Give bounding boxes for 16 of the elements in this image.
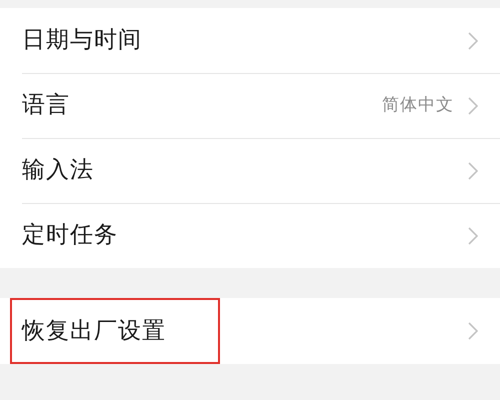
- settings-row[interactable]: 语言 简体中文: [0, 73, 500, 138]
- setting-label: 日期与时间: [22, 26, 142, 56]
- chevron-right-icon: [468, 162, 478, 180]
- chevron-right-icon: [468, 226, 478, 244]
- setting-value: 简体中文: [382, 94, 454, 117]
- settings-row[interactable]: 定时任务: [0, 203, 500, 268]
- settings-row[interactable]: 日期与时间: [0, 8, 500, 73]
- setting-label: 定时任务: [22, 221, 118, 250]
- settings-row[interactable]: 恢复出厂设置: [0, 298, 500, 364]
- setting-label: 输入法: [22, 156, 94, 186]
- chevron-right-icon: [468, 322, 478, 340]
- setting-label: 恢复出厂设置: [22, 318, 166, 344]
- chevron-right-icon: [468, 32, 478, 50]
- chevron-right-icon: [468, 96, 478, 114]
- setting-label: 语言: [22, 91, 70, 120]
- settings-row[interactable]: 输入法: [0, 138, 500, 203]
